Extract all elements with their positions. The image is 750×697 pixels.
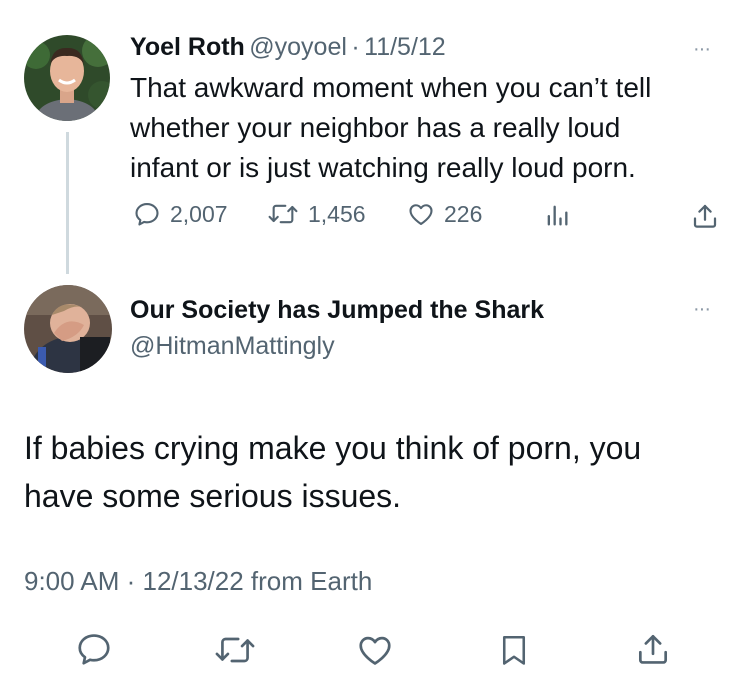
like-button[interactable]	[356, 631, 394, 669]
share-button[interactable]	[634, 630, 672, 668]
reply-icon	[78, 634, 110, 665]
original-tweet-header: Yoel Roth @yoyoel · 11/5/12	[130, 33, 446, 62]
retweet-count: 1,456	[308, 200, 366, 227]
thread-connector-line	[66, 132, 69, 274]
author-name[interactable]: Yoel Roth	[130, 33, 245, 61]
tweet-text-line: That awkward moment when you can’t tell	[130, 72, 652, 103]
tweet-text-line: whether your neighbor has a really loud	[130, 112, 621, 143]
reply-author-name[interactable]: Our Society has Jumped the Shark	[130, 296, 544, 325]
avatar-yoel-roth[interactable]	[24, 35, 110, 121]
tweet-text-line: have some serious issues.	[24, 478, 402, 514]
reply-button[interactable]	[75, 630, 113, 668]
reply-count: 2,007	[170, 200, 228, 227]
bookmark-button[interactable]	[496, 631, 532, 669]
more-options-icon[interactable]: ···	[693, 298, 711, 321]
tweet-text-line: infant or is just watching really loud p…	[130, 152, 636, 183]
retweet-icon	[215, 637, 255, 663]
original-tweet-text: That awkward moment when you can’t tell …	[130, 68, 651, 188]
avatar-society-shark[interactable]	[24, 285, 112, 373]
tweet-text-line: If babies crying make you think of porn,…	[24, 430, 642, 466]
more-options-icon[interactable]: ···	[693, 38, 711, 61]
author-handle[interactable]: @yoyoel	[249, 33, 347, 61]
bookmark-icon	[502, 635, 526, 665]
analytics-icon	[547, 205, 568, 226]
share-button[interactable]	[690, 201, 720, 231]
tweet-timestamp[interactable]: 9:00 AM · 12/13/22 from Earth	[24, 566, 372, 597]
reply-tweet-text: If babies crying make you think of porn,…	[24, 424, 641, 520]
retweet-icon	[268, 204, 298, 224]
heart-icon	[409, 204, 433, 225]
heart-icon	[359, 636, 391, 665]
tweet-date[interactable]: 11/5/12	[364, 33, 446, 61]
share-icon	[693, 204, 717, 228]
views-button[interactable]	[542, 201, 572, 229]
retweet-count-button[interactable]: 1,456	[266, 200, 366, 228]
retweet-button[interactable]	[213, 631, 257, 669]
reply-icon	[135, 203, 159, 226]
reply-count-button[interactable]: 2,007	[132, 200, 228, 228]
share-icon	[638, 634, 668, 664]
avatar-photo	[24, 35, 110, 121]
separator-dot: ·	[351, 33, 360, 61]
reply-author-handle[interactable]: @HitmanMattingly	[130, 332, 335, 361]
like-count-button[interactable]: 226	[406, 200, 482, 228]
avatar-photo	[24, 285, 112, 373]
like-count: 226	[444, 200, 483, 227]
